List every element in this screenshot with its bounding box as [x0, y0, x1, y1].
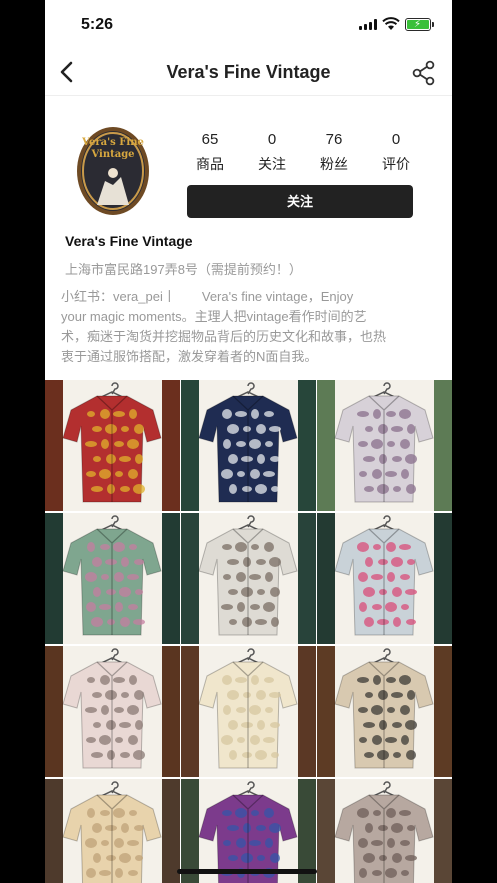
shirt-image	[334, 382, 434, 503]
product-thumbnail[interactable]	[45, 380, 180, 511]
product-thumbnail[interactable]	[317, 513, 452, 644]
product-thumbnail[interactable]	[181, 513, 316, 644]
product-thumbnail[interactable]	[45, 779, 180, 883]
shirt-image	[334, 781, 434, 883]
product-thumbnail[interactable]	[45, 646, 180, 777]
stat-reviews-value: 0	[391, 131, 401, 148]
product-thumbnail[interactable]	[181, 380, 316, 511]
wifi-icon	[382, 17, 400, 30]
logo-text-line-2: Vintage	[90, 149, 134, 160]
shop-profile: Vera's Fine Vintage 65 商品 0 关注 76 粉丝 0 评…	[45, 96, 452, 380]
shirt-image	[62, 515, 162, 636]
product-thumbnail[interactable]	[45, 513, 180, 644]
bio-line: your magic moments。主理人把vintage看作时间的艺	[61, 309, 367, 324]
status-bar: 5:26 ⚡	[45, 0, 452, 50]
shop-bio: 小红书：vera_pei丨 Vera's fine vintage，Enjoy …	[61, 287, 439, 367]
bio-line: 小红书：vera_pei丨 Vera's fine vintage，Enjoy	[61, 289, 354, 304]
page-title: Vera's Fine Vintage	[166, 62, 331, 82]
share-icon[interactable]	[411, 60, 437, 86]
stat-reviews-label: 评价	[382, 156, 410, 172]
product-thumbnail[interactable]	[317, 380, 452, 511]
stat-products-label: 商品	[196, 156, 224, 172]
home-indicator[interactable]	[177, 869, 317, 874]
shirt-image	[62, 382, 162, 503]
status-time: 5:26	[81, 16, 114, 33]
shop-address: 上海市富民路197弄8号（需提前预约！）	[65, 262, 302, 277]
bio-line: 术，痴迷于淘货并挖掘物品背后的历史文化和故事，也热	[61, 329, 387, 344]
app-screen: 5:26 ⚡ Vera's Fine Vintage Vera's Fine V…	[45, 0, 452, 883]
product-thumbnail[interactable]	[181, 646, 316, 777]
stat-followers-label: 粉丝	[320, 156, 348, 172]
stat-products-value: 65	[201, 131, 219, 148]
shirt-image	[334, 648, 434, 769]
shop-logo[interactable]: Vera's Fine Vintage	[75, 125, 151, 217]
product-grid	[45, 380, 452, 883]
stat-reviews[interactable]: 0 评价	[365, 131, 427, 174]
nav-bar: Vera's Fine Vintage	[45, 50, 452, 96]
shirt-image	[334, 515, 434, 636]
stat-following-value: 0	[267, 131, 277, 148]
signal-icon	[359, 19, 377, 30]
shirt-image	[198, 515, 298, 636]
shirt-image	[62, 781, 162, 883]
shirt-image	[198, 382, 298, 503]
stat-following[interactable]: 0 关注	[241, 131, 303, 174]
shirt-image	[198, 648, 298, 769]
product-thumbnail[interactable]	[317, 779, 452, 883]
bio-line: 衷于通过服饰搭配，激发穿着者的N面自我。	[61, 349, 318, 364]
follow-button[interactable]: 关注	[187, 185, 413, 218]
shop-stats: 65 商品 0 关注 76 粉丝 0 评价	[179, 131, 439, 174]
shop-name: Vera's Fine Vintage	[65, 233, 193, 249]
shirt-image	[62, 648, 162, 769]
charging-icon: ⚡	[414, 19, 422, 30]
product-thumbnail[interactable]	[317, 646, 452, 777]
stat-followers[interactable]: 76 粉丝	[303, 131, 365, 174]
stat-followers-value: 76	[325, 131, 343, 148]
logo-text-line-1: Vera's Fine	[81, 137, 144, 148]
stat-following-label: 关注	[258, 156, 286, 172]
product-thumbnail[interactable]	[181, 779, 316, 883]
shirt-image	[198, 781, 298, 883]
stat-products[interactable]: 65 商品	[179, 131, 241, 174]
